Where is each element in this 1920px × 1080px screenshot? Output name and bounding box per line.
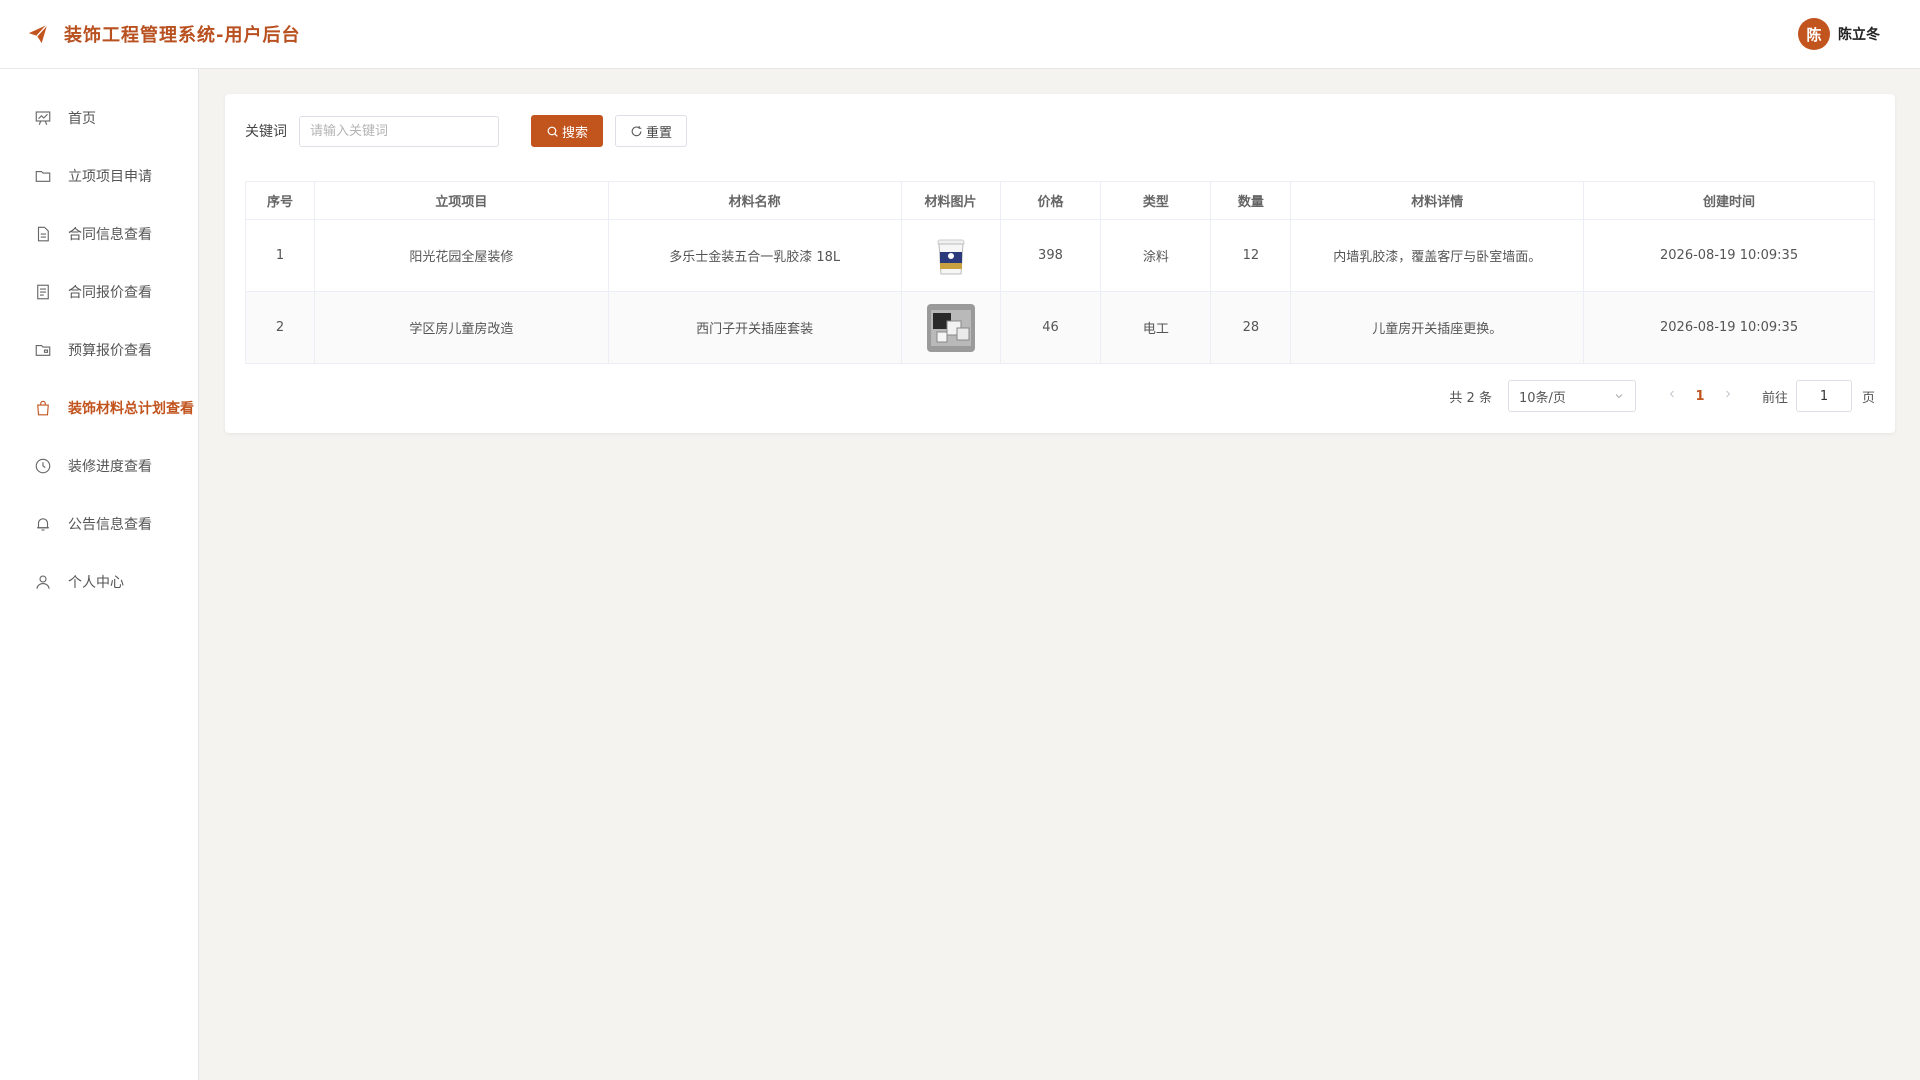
sidebar-item-progress[interactable]: 装修进度查看: [0, 437, 198, 495]
material-plan-table: 序号 立项项目 材料名称 材料图片 价格 类型 数量 材料详情 创建时间 1 阳…: [245, 181, 1875, 364]
switch-socket-image[interactable]: [926, 303, 975, 352]
column-header-index[interactable]: 序号: [245, 181, 315, 220]
cell-type: 涂料: [1100, 219, 1212, 292]
user-menu[interactable]: 陈 陈立冬: [1798, 18, 1880, 50]
column-header-image[interactable]: 材料图片: [900, 181, 1001, 220]
user-icon: [34, 573, 52, 591]
sidebar-item-label: 个人中心: [68, 575, 124, 591]
shopping-bag-icon: [34, 399, 52, 417]
sidebar-item-profile[interactable]: 个人中心: [0, 553, 198, 611]
chevron-right-icon: [1726, 390, 1731, 398]
sidebar: 首页 立项项目申请 合同信息查看 合同报价查看 预算报价查看 装饰材料总计划查看: [0, 69, 199, 1080]
sidebar-item-material-plan[interactable]: 装饰材料总计划查看: [0, 379, 198, 437]
cell-image: [900, 291, 1001, 364]
column-header-type[interactable]: 类型: [1100, 181, 1212, 220]
cell-created: 2026-08-19 10:09:35: [1583, 291, 1875, 364]
folder-icon: [34, 167, 52, 185]
page-number-current[interactable]: 1: [1684, 389, 1716, 404]
brand: 装饰工程管理系统-用户后台: [26, 21, 300, 47]
cell-detail: 内墙乳胶漆，覆盖客厅与卧室墙面。: [1290, 219, 1585, 292]
column-header-quantity[interactable]: 数量: [1210, 181, 1292, 220]
sidebar-item-label: 装饰材料总计划查看: [68, 401, 194, 417]
sidebar-item-budget-quote[interactable]: 预算报价查看: [0, 321, 198, 379]
chevron-down-icon: [1615, 394, 1623, 399]
sidebar-item-home[interactable]: 首页: [0, 89, 198, 147]
chevron-left-icon: [1669, 390, 1674, 398]
document-icon: [34, 225, 52, 243]
cell-quantity: 28: [1210, 291, 1292, 364]
next-page-button[interactable]: [1716, 388, 1740, 404]
user-name[interactable]: 陈立冬: [1838, 24, 1880, 44]
search-button-label: 搜索: [562, 125, 589, 141]
table-row[interactable]: 2 学区房儿童房改造 西门子开关插座套装 46 电工 28 儿童房开关插座更换。…: [245, 291, 1875, 364]
sidebar-item-label: 合同报价查看: [68, 285, 152, 301]
column-header-price[interactable]: 价格: [999, 181, 1102, 220]
cell-project: 学区房儿童房改造: [313, 291, 609, 364]
document-list-icon: [34, 283, 52, 301]
paint-bucket-image[interactable]: [926, 231, 975, 280]
clock-icon: [34, 457, 52, 475]
table-row[interactable]: 1 阳光花园全屋装修 多乐士金装五合一乳胶漆 18L 398 涂料 12 内墙乳…: [245, 219, 1875, 292]
table-header-row: 序号 立项项目 材料名称 材料图片 价格 类型 数量 材料详情 创建时间: [245, 181, 1875, 220]
pagination-total: 共 2 条: [1449, 390, 1492, 406]
presentation-chart-icon: [34, 109, 52, 127]
cell-index: 1: [245, 219, 315, 292]
cell-material: 多乐士金装五合一乳胶漆 18L: [607, 219, 902, 292]
reset-button[interactable]: 重置: [615, 115, 688, 147]
column-header-detail[interactable]: 材料详情: [1290, 181, 1585, 220]
bell-icon: [34, 515, 52, 533]
search-bar: 关键词 搜索 重置: [245, 115, 1875, 147]
cell-index: 2: [245, 291, 315, 364]
column-header-material[interactable]: 材料名称: [607, 181, 902, 220]
goto-label: 前往: [1761, 390, 1788, 406]
main-panel: 关键词 搜索 重置 序号 立项项目 材料名称 材料图片 价格 类型 数量 材料详…: [225, 94, 1895, 433]
cell-type: 电工: [1100, 291, 1212, 364]
column-header-project[interactable]: 立项项目: [313, 181, 609, 220]
sidebar-item-contract-info[interactable]: 合同信息查看: [0, 205, 198, 263]
top-header: 装饰工程管理系统-用户后台 陈 陈立冬: [0, 0, 1920, 69]
search-input[interactable]: [299, 115, 499, 147]
avatar[interactable]: 陈: [1798, 18, 1830, 50]
cell-detail: 儿童房开关插座更换。: [1290, 291, 1585, 364]
search-button[interactable]: 搜索: [531, 115, 604, 147]
sidebar-item-contract-quote[interactable]: 合同报价查看: [0, 263, 198, 321]
sidebar-item-label: 立项项目申请: [68, 169, 152, 185]
sidebar-item-project-apply[interactable]: 立项项目申请: [0, 147, 198, 205]
reset-button-label: 重置: [646, 125, 673, 141]
sidebar-item-notice[interactable]: 公告信息查看: [0, 495, 198, 553]
cell-material: 西门子开关插座套装: [607, 291, 902, 364]
app-title: 装饰工程管理系统-用户后台: [64, 25, 301, 46]
page-unit-label: 页: [1861, 390, 1875, 406]
page-size-select[interactable]: 10条/页: [1507, 380, 1636, 412]
cell-created: 2026-08-19 10:09:35: [1583, 219, 1875, 292]
pagination: 共 2 条 10条/页 1 前往 页: [245, 380, 1875, 412]
prev-page-button[interactable]: [1660, 388, 1684, 404]
cell-project: 阳光花园全屋装修: [313, 219, 609, 292]
keyword-label: 关键词: [245, 124, 287, 140]
sidebar-item-label: 装修进度查看: [68, 459, 152, 475]
cell-price: 398: [999, 219, 1102, 292]
goto-page-input[interactable]: [1795, 380, 1852, 412]
cell-price: 46: [999, 291, 1102, 364]
folder-open-icon: [34, 341, 52, 359]
column-header-created[interactable]: 创建时间: [1583, 181, 1875, 220]
cell-quantity: 12: [1210, 219, 1292, 292]
page-size-value: 10条/页: [1518, 390, 1566, 406]
paper-plane-icon: [26, 22, 50, 46]
sidebar-item-label: 首页: [68, 111, 96, 127]
sidebar-item-label: 公告信息查看: [68, 517, 152, 533]
sidebar-item-label: 预算报价查看: [68, 343, 152, 359]
refresh-icon: [631, 125, 642, 136]
search-icon: [547, 126, 558, 137]
sidebar-item-label: 合同信息查看: [68, 227, 152, 243]
cell-image: [900, 219, 1001, 292]
